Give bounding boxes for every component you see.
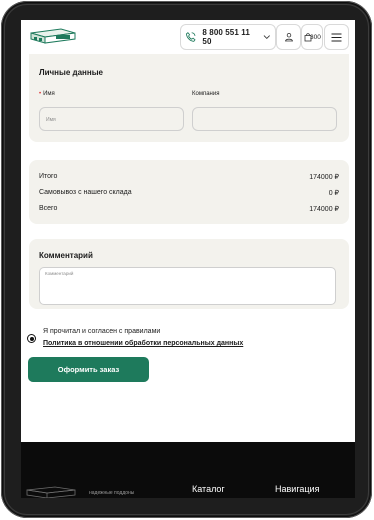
site-footer: надежные поддоны Каталог Навигация — [21, 442, 355, 498]
footer-navigation-link[interactable]: Навигация — [275, 484, 319, 494]
company-input[interactable] — [192, 107, 337, 131]
personal-data-section: Личные данные • Имя Компания Имя — [29, 54, 349, 142]
agreement-radio[interactable] — [27, 334, 36, 343]
grand-total-value: 174000 ₽ — [309, 206, 339, 213]
grand-total-row: Всего 174000 ₽ — [39, 205, 339, 213]
site-header: 8 800 551 11 50 300 — [21, 20, 355, 54]
name-placeholder: Имя — [46, 117, 56, 123]
pickup-row-label: Самовывоз с нашего склада — [39, 189, 132, 196]
pickup-row-value: 0 ₽ — [328, 190, 339, 197]
radio-checked-dot — [29, 336, 34, 341]
user-icon — [284, 33, 293, 42]
required-mark: • — [39, 91, 42, 97]
comment-title: Комментарий — [39, 251, 93, 260]
footer-catalog-link[interactable]: Каталог — [192, 484, 225, 494]
pallet-logo-icon[interactable] — [27, 26, 79, 46]
privacy-policy-link[interactable]: Политика в отношении обработки персональ… — [43, 340, 243, 347]
footer-tagline: надежные поддоны — [89, 490, 135, 496]
name-input[interactable]: Имя — [39, 107, 184, 131]
tablet-frame: 8 800 551 11 50 300 Личные данные • Имя … — [1, 1, 372, 518]
name-label-text: Имя — [43, 91, 55, 97]
cart-icon — [304, 33, 312, 42]
chevron-down-icon — [264, 35, 271, 40]
pickup-row: Самовывоз с нашего склада 0 ₽ — [39, 189, 339, 197]
comment-textarea[interactable]: Комментарий — [39, 267, 336, 305]
company-label: Компания — [192, 91, 220, 97]
hamburger-menu-icon — [331, 33, 342, 41]
phone-number[interactable]: 8 800 551 11 50 — [202, 28, 258, 46]
cart-button[interactable] — [301, 24, 323, 50]
order-totals-section: Итого 174000 ₽ Самовывоз с нашего склада… — [29, 160, 349, 224]
phone-selector[interactable]: 8 800 551 11 50 — [180, 24, 276, 50]
cart-count: 300 — [310, 34, 321, 41]
grand-total-label: Всего — [39, 205, 58, 212]
comment-section: Комментарий Комментарий — [29, 239, 349, 309]
comment-placeholder: Комментарий — [45, 271, 74, 276]
account-button[interactable] — [276, 24, 301, 50]
phone-icon — [185, 32, 196, 42]
screen: 8 800 551 11 50 300 Личные данные • Имя … — [21, 20, 355, 498]
footer-pallet-logo-icon[interactable] — [25, 484, 77, 498]
total-row: Итого 174000 ₽ — [39, 173, 339, 181]
checkout-button[interactable]: Оформить заказ — [28, 357, 149, 382]
section-title: Личные данные — [39, 68, 103, 77]
name-label: • Имя — [39, 91, 55, 97]
agreement-text: Я прочитал и согласен с правилами — [43, 328, 161, 335]
total-row-label: Итого — [39, 173, 58, 180]
menu-button[interactable] — [324, 24, 349, 50]
total-row-value: 174000 ₽ — [309, 174, 339, 181]
